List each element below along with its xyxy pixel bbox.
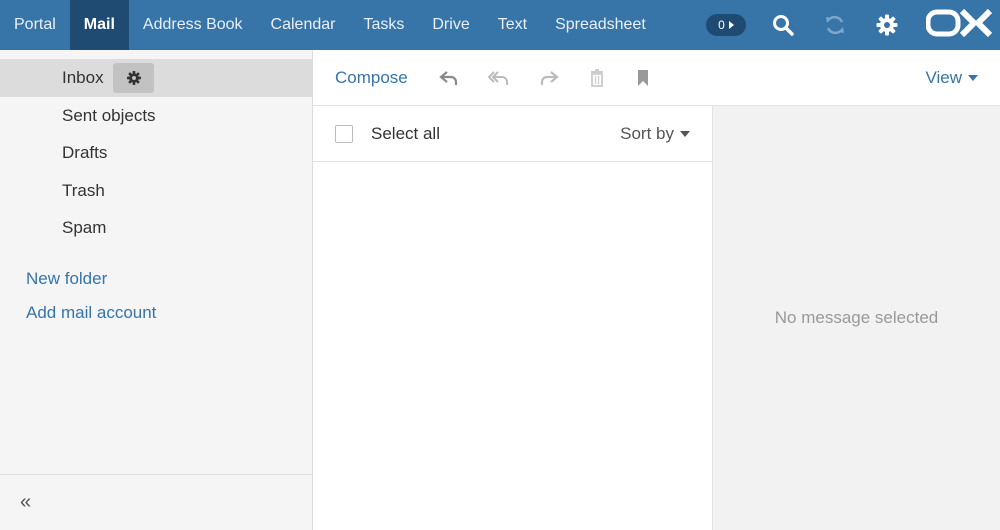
folder-sent-objects[interactable]: Sent objects xyxy=(0,97,312,135)
select-all-label[interactable]: Select all xyxy=(371,124,440,144)
nav-calendar[interactable]: Calendar xyxy=(257,0,350,50)
nav-portal[interactable]: Portal xyxy=(0,0,70,50)
nav-spreadsheet[interactable]: Spreadsheet xyxy=(541,0,660,50)
compose-button[interactable]: Compose xyxy=(335,68,408,88)
reply-all-icon[interactable] xyxy=(484,63,514,93)
play-icon xyxy=(728,21,734,29)
sort-by-label: Sort by xyxy=(620,124,674,143)
folder-settings-gear-icon[interactable] xyxy=(113,63,154,93)
nav-drive[interactable]: Drive xyxy=(418,0,483,50)
sidebar-links: New folder Add mail account xyxy=(0,247,312,330)
search-icon[interactable] xyxy=(768,10,798,40)
nav-text[interactable]: Text xyxy=(484,0,541,50)
top-right-controls: 0 xyxy=(706,0,1000,50)
app-nav: Portal Mail Address Book Calendar Tasks … xyxy=(0,0,660,50)
nav-tasks[interactable]: Tasks xyxy=(349,0,418,50)
view-label: View xyxy=(925,68,962,87)
folder-label: Trash xyxy=(62,180,105,200)
collapse-sidebar-button[interactable]: « xyxy=(0,474,312,530)
ox-logo xyxy=(925,8,993,42)
folder-sidebar: Inbox Sent objects Drafts Trash Spam New… xyxy=(0,50,313,530)
select-all-checkbox[interactable] xyxy=(335,124,353,143)
folder-label: Drafts xyxy=(62,143,108,162)
forward-icon[interactable] xyxy=(534,63,564,93)
new-folder-link[interactable]: New folder xyxy=(0,262,312,296)
reply-icon[interactable] xyxy=(434,63,464,93)
caret-down-icon xyxy=(680,131,690,137)
notification-badge[interactable]: 0 xyxy=(706,14,746,36)
refresh-icon[interactable] xyxy=(820,10,850,40)
view-dropdown[interactable]: View xyxy=(925,68,978,88)
collapse-icon: « xyxy=(20,491,32,513)
empty-message-text: No message selected xyxy=(774,308,939,327)
nav-address-book[interactable]: Address Book xyxy=(129,0,257,50)
list-header: Select all Sort by xyxy=(313,106,712,162)
message-list-pane: Select all Sort by xyxy=(313,106,713,530)
folder-list: Inbox Sent objects Drafts Trash Spam xyxy=(0,50,312,247)
folder-label: Spam xyxy=(62,218,107,237)
notification-count: 0 xyxy=(718,18,725,32)
folder-trash[interactable]: Trash xyxy=(0,172,312,210)
folder-label: Sent objects xyxy=(62,105,156,125)
folder-drafts[interactable]: Drafts xyxy=(0,134,312,172)
nav-mail[interactable]: Mail xyxy=(69,0,129,50)
folder-inbox[interactable]: Inbox xyxy=(0,59,312,97)
folder-spam[interactable]: Spam xyxy=(0,209,312,247)
top-bar: Portal Mail Address Book Calendar Tasks … xyxy=(0,0,1000,50)
delete-icon[interactable] xyxy=(582,63,612,93)
mail-toolbar: Compose View xyxy=(313,50,1000,106)
bookmark-icon[interactable] xyxy=(628,63,658,93)
add-mail-account-link[interactable]: Add mail account xyxy=(0,296,312,330)
gear-icon[interactable] xyxy=(872,10,902,40)
message-detail-pane: No message selected xyxy=(713,106,1000,530)
folder-label: Inbox xyxy=(62,68,104,87)
sort-by-dropdown[interactable]: Sort by xyxy=(620,124,690,144)
caret-down-icon xyxy=(968,75,978,81)
